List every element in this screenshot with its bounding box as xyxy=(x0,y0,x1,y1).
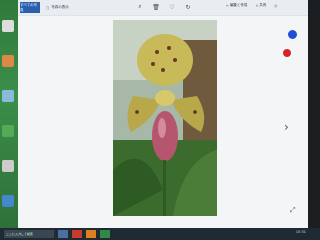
desktop-icon[interactable] xyxy=(2,90,14,102)
taskbar-app[interactable] xyxy=(58,230,68,238)
monitor-bezel xyxy=(308,0,320,240)
photo-icon: ▢ xyxy=(46,5,50,10)
taskbar-search[interactable]: ここに入力して検索 xyxy=(4,230,54,238)
share-label: 共有 xyxy=(259,3,267,7)
desktop-icon[interactable] xyxy=(2,195,14,207)
taskbar-app[interactable] xyxy=(86,230,96,238)
photo-canvas: › ⤢ xyxy=(18,16,308,228)
all-photos-button[interactable]: すべての写真 xyxy=(20,2,40,13)
share-icon: ⇪ xyxy=(255,3,259,8)
search-placeholder: ここに入力して検索 xyxy=(6,232,33,236)
view-title-text: 写真の表示 xyxy=(51,5,69,9)
back-label: すべての写真 xyxy=(20,2,38,12)
desktop-icon[interactable] xyxy=(2,55,14,67)
desktop-icon[interactable] xyxy=(2,125,14,137)
action-tools: ✂ 編集と作成 ⇪ 共有 ⎙ xyxy=(226,3,277,8)
taskbar-clock: 15:31 xyxy=(295,230,306,234)
desktop-icon[interactable] xyxy=(2,20,14,32)
pen-blue-indicator[interactable] xyxy=(288,30,297,39)
edit-label: 編集と作成 xyxy=(229,3,248,7)
share-button[interactable]: ⇪ 共有 xyxy=(255,3,266,8)
taskbar-app[interactable] xyxy=(100,230,110,238)
expand-icon[interactable]: ⤢ xyxy=(290,206,296,215)
taskbar-app[interactable] xyxy=(72,230,82,238)
edit-create-button[interactable]: ✂ 編集と作成 xyxy=(226,3,247,8)
favorite-icon[interactable]: ♡ xyxy=(168,3,176,11)
taskbar: ここに入力して検索 15:31 xyxy=(0,228,320,240)
photos-window: すべての写真 ▢ 写真の表示 ⌕ 🗑 ♡ ↻ ✂ 編集と作成 ⇪ 共有 ⎙ › … xyxy=(18,0,308,228)
orchid-photo xyxy=(113,20,217,216)
edit-icon: ✂ xyxy=(226,3,229,8)
pen-red-indicator[interactable] xyxy=(283,49,291,57)
rotate-icon[interactable]: ↻ xyxy=(184,3,192,11)
view-title: ▢ 写真の表示 xyxy=(46,5,69,10)
zoom-icon[interactable]: ⌕ xyxy=(136,3,144,11)
toolbar: ⌕ 🗑 ♡ ↻ xyxy=(136,3,192,11)
delete-icon[interactable]: 🗑 xyxy=(152,3,160,11)
print-button[interactable]: ⎙ xyxy=(274,4,277,8)
desktop-icon[interactable] xyxy=(2,160,14,172)
next-photo-icon[interactable]: › xyxy=(284,120,289,134)
print-icon: ⎙ xyxy=(274,3,278,8)
